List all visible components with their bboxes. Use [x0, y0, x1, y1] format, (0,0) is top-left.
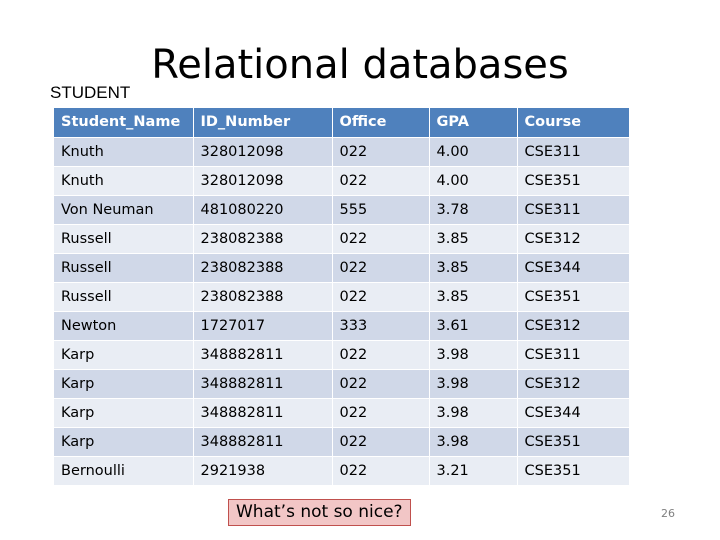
- cell-gpa: 3.98: [429, 426, 518, 456]
- cell-office: 022: [332, 339, 430, 369]
- cell-course: CSE351: [517, 165, 629, 195]
- cell-student-name: Bernoulli: [54, 455, 194, 485]
- cell-id-number: 238082388: [193, 281, 333, 311]
- cell-id-number: 348882811: [193, 339, 333, 369]
- cell-student-name: Karp: [54, 339, 194, 369]
- cell-office: 333: [332, 310, 430, 340]
- page-number: 26: [661, 507, 675, 520]
- cell-office: 022: [332, 426, 430, 456]
- cell-student-name: Knuth: [54, 136, 194, 166]
- table-row: Karp 348882811 022 3.98 CSE311: [54, 339, 629, 369]
- table-row: Russell 238082388 022 3.85 CSE351: [54, 281, 629, 311]
- table-row: Russell 238082388 022 3.85 CSE344: [54, 252, 629, 282]
- cell-id-number: 348882811: [193, 426, 333, 456]
- cell-id-number: 328012098: [193, 136, 333, 166]
- header-course: Course: [517, 108, 629, 137]
- cell-course: CSE312: [517, 368, 629, 398]
- table-row: Karp 348882811 022 3.98 CSE351: [54, 426, 629, 456]
- cell-gpa: 3.85: [429, 252, 518, 282]
- cell-id-number: 1727017: [193, 310, 333, 340]
- cell-course: CSE344: [517, 252, 629, 282]
- cell-course: CSE311: [517, 339, 629, 369]
- cell-gpa: 3.98: [429, 397, 518, 427]
- cell-id-number: 2921938: [193, 455, 333, 485]
- header-office: Office: [332, 108, 430, 137]
- table-row: Russell 238082388 022 3.85 CSE312: [54, 223, 629, 253]
- cell-office: 022: [332, 368, 430, 398]
- cell-gpa: 3.61: [429, 310, 518, 340]
- table-row: Karp 348882811 022 3.98 CSE312: [54, 368, 629, 398]
- cell-gpa: 4.00: [429, 136, 518, 166]
- cell-student-name: Karp: [54, 397, 194, 427]
- cell-gpa: 3.78: [429, 194, 518, 224]
- cell-student-name: Russell: [54, 252, 194, 282]
- cell-course: CSE311: [517, 194, 629, 224]
- table-label: STUDENT: [50, 83, 131, 102]
- table-row: Bernoulli 2921938 022 3.21 CSE351: [54, 455, 629, 485]
- cell-student-name: Newton: [54, 310, 194, 340]
- question-callout: What’s not so nice?: [228, 499, 411, 526]
- cell-gpa: 4.00: [429, 165, 518, 195]
- cell-id-number: 481080220: [193, 194, 333, 224]
- table-body: Knuth 328012098 022 4.00 CSE311 Knuth 32801209…: [54, 136, 629, 485]
- cell-gpa: 3.21: [429, 455, 518, 485]
- cell-course: CSE351: [517, 281, 629, 311]
- slide-title: Relational databases: [151, 42, 569, 88]
- cell-student-name: Russell: [54, 281, 194, 311]
- cell-office: 022: [332, 252, 430, 282]
- cell-id-number: 238082388: [193, 252, 333, 282]
- cell-student-name: Karp: [54, 426, 194, 456]
- cell-gpa: 3.85: [429, 281, 518, 311]
- cell-office: 022: [332, 136, 430, 166]
- header-id-number: ID_Number: [193, 108, 333, 137]
- cell-office: 555: [332, 194, 430, 224]
- header-student-name: Student_Name: [54, 108, 194, 137]
- cell-course: CSE311: [517, 136, 629, 166]
- cell-gpa: 3.98: [429, 368, 518, 398]
- cell-student-name: Knuth: [54, 165, 194, 195]
- table-row: Knuth 328012098 022 4.00 CSE311: [54, 136, 629, 166]
- cell-course: CSE351: [517, 426, 629, 456]
- cell-office: 022: [332, 165, 430, 195]
- cell-office: 022: [332, 281, 430, 311]
- cell-course: CSE344: [517, 397, 629, 427]
- cell-student-name: Von Neuman: [54, 194, 194, 224]
- cell-id-number: 348882811: [193, 397, 333, 427]
- cell-id-number: 328012098: [193, 165, 333, 195]
- cell-office: 022: [332, 223, 430, 253]
- cell-id-number: 348882811: [193, 368, 333, 398]
- cell-id-number: 238082388: [193, 223, 333, 253]
- cell-student-name: Karp: [54, 368, 194, 398]
- cell-course: CSE351: [517, 455, 629, 485]
- cell-office: 022: [332, 397, 430, 427]
- table-row: Von Neuman 481080220 555 3.78 CSE311: [54, 194, 629, 224]
- cell-course: CSE312: [517, 223, 629, 253]
- table-row: Karp 348882811 022 3.98 CSE344: [54, 397, 629, 427]
- cell-course: CSE312: [517, 310, 629, 340]
- table-row: Knuth 328012098 022 4.00 CSE351: [54, 165, 629, 195]
- cell-gpa: 3.85: [429, 223, 518, 253]
- header-gpa: GPA: [429, 108, 518, 137]
- student-table: Student_Name ID_Number Office GPA Course…: [54, 108, 629, 485]
- cell-gpa: 3.98: [429, 339, 518, 369]
- table-row: Newton 1727017 333 3.61 CSE312: [54, 310, 629, 340]
- cell-student-name: Russell: [54, 223, 194, 253]
- table-header-row: Student_Name ID_Number Office GPA Course: [54, 108, 629, 137]
- cell-office: 022: [332, 455, 430, 485]
